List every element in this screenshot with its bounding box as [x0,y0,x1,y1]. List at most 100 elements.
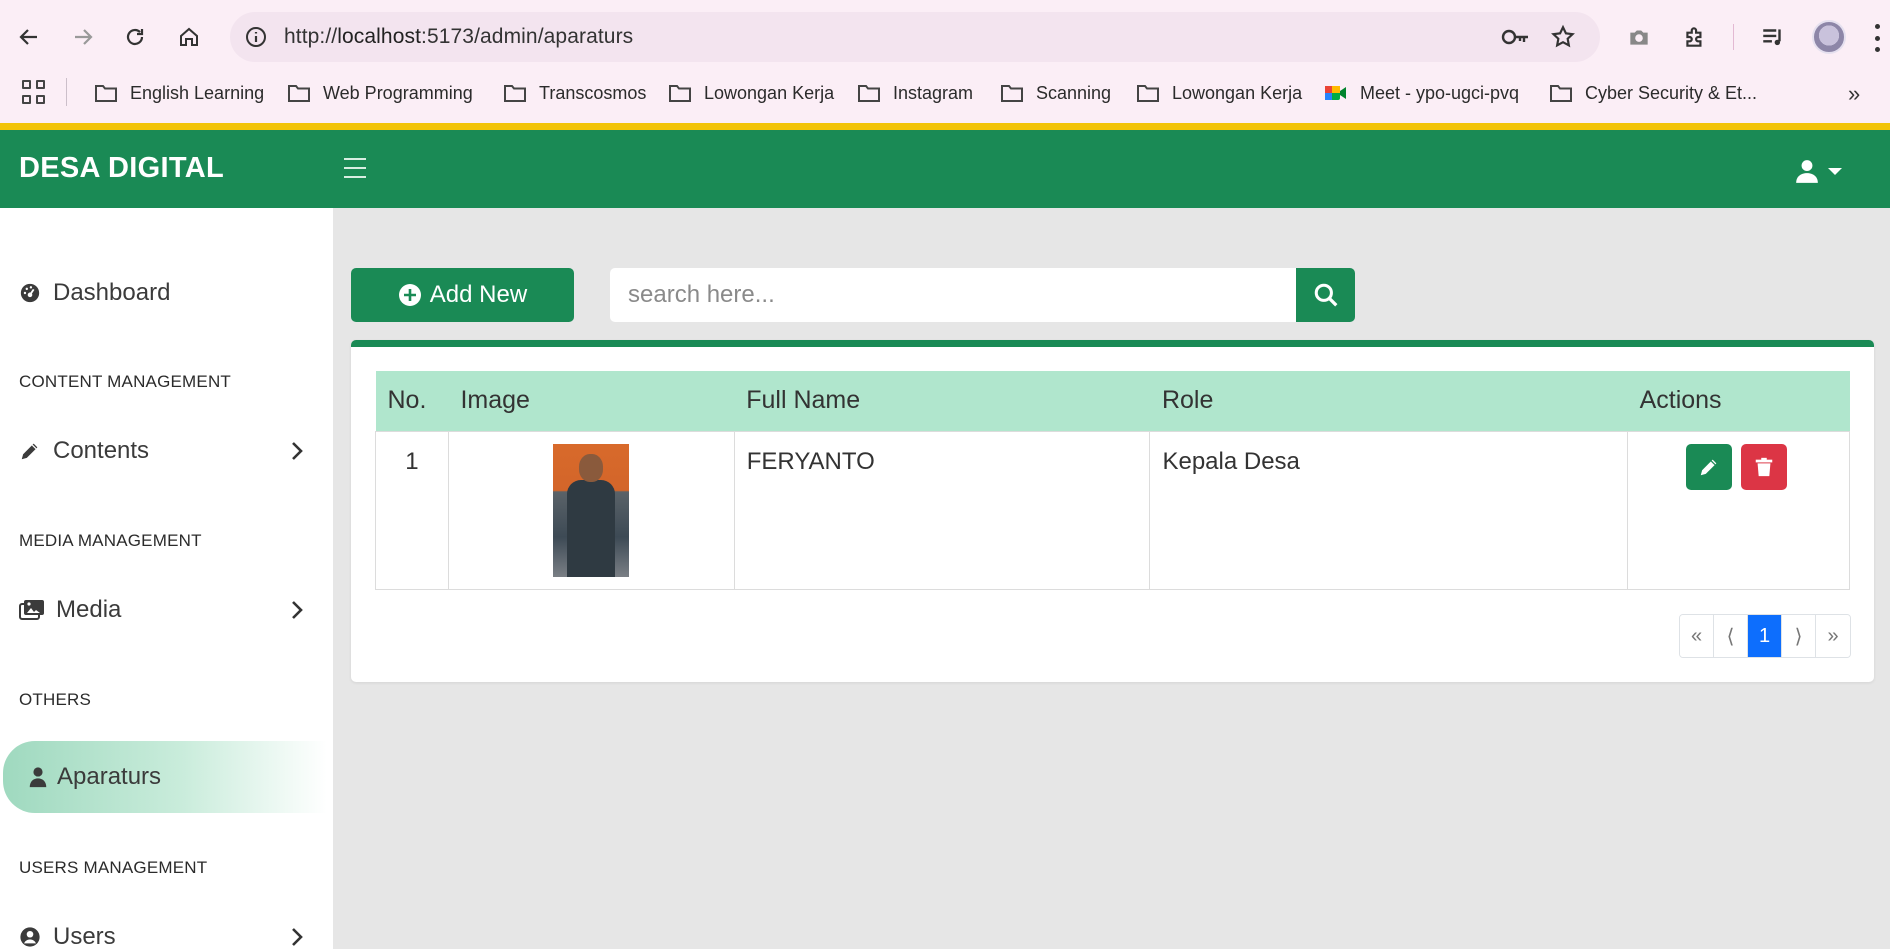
aparatur-photo[interactable] [553,443,630,577]
pencil-icon [21,443,38,460]
arrow-right-icon [75,29,93,45]
bookmarks-bar: English Learning Web Programming Transcosm… [0,72,1890,112]
folder-icon [95,85,117,102]
column-header-role[interactable]: Role [1149,371,1628,431]
folder-icon [858,85,880,102]
cell-no: 1 [375,430,449,590]
folder-icon [504,85,526,102]
caret-down-icon [1828,167,1842,175]
section-media-management: MEDIA MANAGEMENT [19,531,202,550]
search-icon [1314,283,1337,307]
forward-button[interactable] [66,20,100,54]
apps-grid-icon[interactable] [22,80,46,104]
sidebar-item-dashboard[interactable]: Dashboard [0,269,333,317]
section-users-management: USERS MANAGEMENT [19,858,208,877]
bookmark-label: Scanning [1036,82,1112,103]
aparaturs-table: No. Image Full Name Role Actions 1 FERYA… [375,371,1850,590]
bookmark-item[interactable]: Cyber Security & Et... [1549,79,1757,107]
bookmark-item[interactable]: Scanning [1000,79,1111,107]
sidebar-item-label: Aparaturs [57,763,162,790]
folder-icon [1550,85,1572,102]
chevron-right-icon [292,442,303,460]
sidebar: Dashboard CONTENT MANAGEMENT Contents ME… [0,208,333,949]
user-menu-toggle[interactable] [1794,156,1854,186]
bookmarks-more-icon[interactable]: » [1848,81,1860,107]
bookmark-label: Web Programming [323,82,473,103]
sidebar-item-users[interactable]: Users [0,913,333,949]
chevron-right-icon [292,601,303,619]
user-icon [1796,160,1818,183]
table-header-row: No. Image Full Name Role Actions [375,371,1850,431]
folder-icon [288,85,310,102]
bookmark-item[interactable]: Web Programming [287,79,473,107]
bookmark-item[interactable]: English Learning [94,79,264,107]
info-icon[interactable] [244,25,268,49]
address-bar[interactable]: http://localhost:5173/admin/aparaturs [230,12,1600,62]
search-input[interactable] [610,268,1296,322]
sidebar-item-label: Media [56,596,122,623]
media-controls-button[interactable] [1758,22,1788,52]
page-prev-button[interactable]: ⟨ [1714,615,1748,657]
cell-image [447,430,735,590]
sidebar-item-aparaturs[interactable]: Aparaturs [0,753,333,801]
screenshot-button[interactable] [1624,22,1654,52]
gauge-icon [20,283,40,303]
delete-button[interactable] [1741,443,1788,490]
page-next-button[interactable]: ⟩ [1782,615,1816,657]
home-icon [180,27,198,46]
bookmark-item[interactable]: Meet - ypo-ugci-pvq [1324,79,1519,107]
brand-title[interactable]: DESA DIGITAL [19,152,224,185]
cell-actions [1627,430,1850,590]
table-row: 1 FERYANTO Kepala Desa [375,430,1850,590]
column-header-image[interactable]: Image [448,371,735,431]
key-icon[interactable] [1500,24,1530,50]
edit-button[interactable] [1686,443,1733,490]
images-icon [19,600,44,620]
user-icon [29,767,47,788]
sidebar-item-label: Users [53,923,116,949]
search-button[interactable] [1296,268,1355,322]
trash-icon [1755,457,1773,476]
back-button[interactable] [12,20,46,54]
column-header-full-name[interactable]: Full Name [734,371,1150,431]
bookmark-item[interactable]: Lowongan Kerja [668,79,834,107]
puzzle-icon [1686,27,1702,47]
reload-icon [126,28,144,46]
bookmark-item[interactable]: Transcosmos [503,79,646,107]
bookmark-label: English Learning [130,82,265,103]
profile-avatar[interactable] [1812,20,1846,54]
page-first-button[interactable]: « [1680,615,1714,657]
search-group [610,268,1355,322]
plus-circle-icon [398,284,421,306]
bookmark-label: Transcosmos [539,82,647,103]
bookmark-item[interactable]: Lowongan Kerja [1136,79,1302,107]
extensions-button[interactable] [1680,22,1710,52]
add-new-button[interactable]: Add New [351,268,574,322]
bookmark-label: Instagram [893,82,974,103]
page-last-button[interactable]: » [1816,615,1850,657]
accent-strip [0,123,1890,130]
sidebar-item-contents[interactable]: Contents [0,427,333,475]
reload-button[interactable] [118,20,152,54]
bookmark-label: Lowongan Kerja [704,82,835,103]
meet-icon [1325,86,1346,100]
hamburger-menu-icon[interactable] [344,158,366,178]
chevron-right-icon [292,928,303,946]
sidebar-item-label: Contents [53,437,150,464]
pagination: « ⟨ 1 ⟩ » [1679,614,1851,658]
bookmark-item[interactable]: Instagram [857,79,973,107]
bookmark-label: Meet - ypo-ugci-pvq [1360,82,1520,103]
browser-toolbar: http://localhost:5173/admin/aparaturs [0,10,1890,64]
star-icon[interactable] [1550,24,1576,50]
cell-full-name: FERYANTO [733,430,1151,590]
page-current-button[interactable]: 1 [1748,615,1782,657]
menu-kebab-icon[interactable] [1872,24,1882,52]
folder-icon [1001,85,1023,102]
bookmark-label: Lowongan Kerja [1172,82,1303,103]
folder-icon [669,85,691,102]
home-button[interactable] [172,20,206,54]
add-new-label: Add New [429,281,528,308]
sidebar-item-media[interactable]: Media [0,586,333,634]
pencil-icon [1700,459,1717,475]
column-header-no[interactable]: No. [375,371,449,431]
